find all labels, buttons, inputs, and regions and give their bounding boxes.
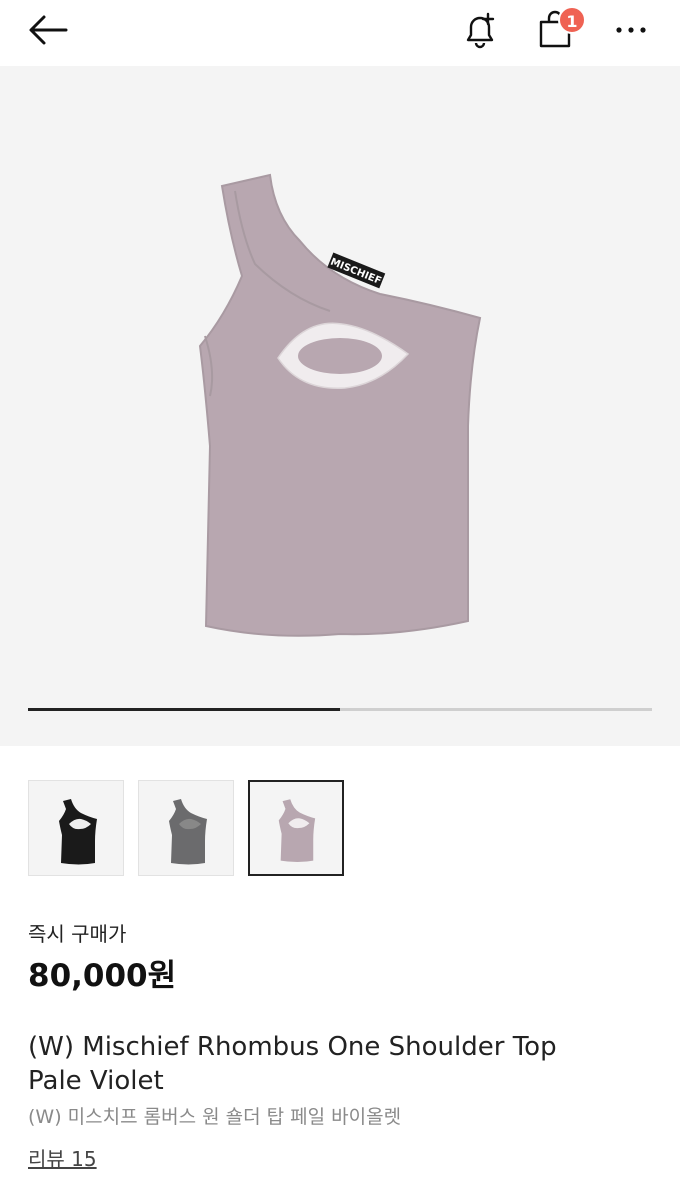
top-bar: 1 — [0, 0, 680, 66]
instant-buy-label: 즉시 구매가 — [28, 922, 127, 946]
product-subtitle-korean: (W) 미스치프 롬버스 원 숄더 탑 페일 바이올렛 — [28, 1106, 402, 1128]
notification-add-icon[interactable] — [460, 10, 500, 50]
carousel-progress-bar — [28, 708, 652, 711]
thumbnail-pale-violet[interactable] — [248, 780, 344, 876]
more-options-icon[interactable] — [612, 14, 652, 44]
reviews-link[interactable]: 리뷰 15 — [28, 1143, 97, 1172]
thumbnail-gray[interactable] — [138, 780, 234, 876]
product-title-line2: Pale Violet — [28, 1066, 164, 1096]
thumbnail-black[interactable] — [28, 780, 124, 876]
carousel-progress-fill — [28, 708, 340, 711]
product-image: MISCHIEF — [198, 173, 482, 637]
price: 80,000원 — [28, 958, 177, 994]
product-image-carousel[interactable]: MISCHIEF — [0, 66, 680, 746]
product-title-line1: (W) Mischief Rhombus One Shoulder Top — [28, 1032, 557, 1062]
product-title: (W) Mischief Rhombus One Shoulder Top Pa… — [28, 1030, 648, 1098]
back-arrow-icon[interactable] — [26, 12, 70, 48]
cart-count-badge: 1 — [558, 6, 586, 34]
